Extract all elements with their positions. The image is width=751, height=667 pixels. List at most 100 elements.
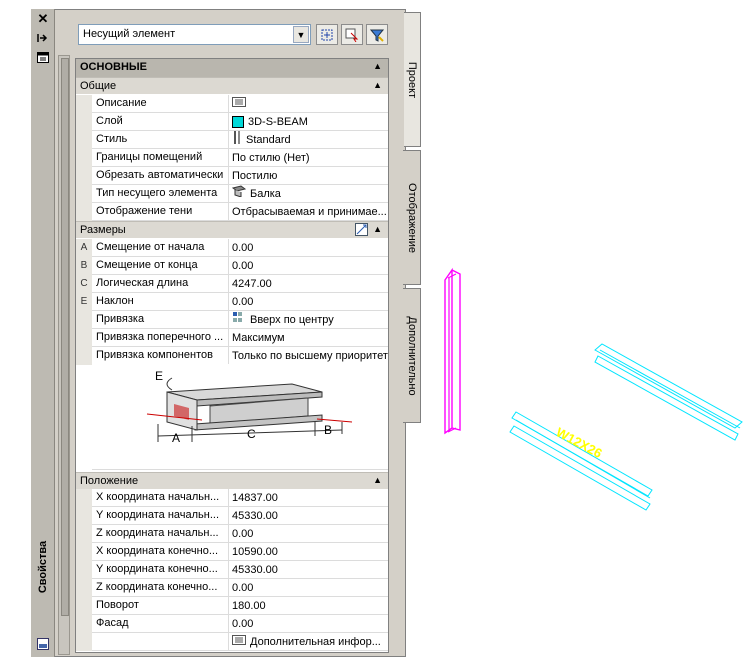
property-row[interactable]: B Смещение от конца 0.00 bbox=[76, 257, 388, 275]
property-row[interactable]: X координата конечно... 10590.00 bbox=[76, 543, 388, 561]
property-value[interactable]: Отбрасываемая и принимае... bbox=[230, 203, 388, 221]
property-value[interactable]: 0.00 bbox=[230, 239, 388, 257]
property-row[interactable]: Тип несущего элемента Балка bbox=[76, 185, 388, 203]
object-type-select[interactable]: Несущий элемент ▼ bbox=[78, 24, 311, 45]
property-value[interactable]: 180.00 bbox=[230, 597, 388, 615]
toggle-pickadd-button[interactable] bbox=[316, 24, 338, 45]
property-value[interactable]: Вверх по центру bbox=[230, 311, 388, 329]
collapse-icon[interactable]: ▲ bbox=[373, 61, 382, 71]
property-row[interactable]: Z координата конечно... 0.00 bbox=[76, 579, 388, 597]
close-icon[interactable]: ✕ bbox=[35, 11, 51, 26]
tab-project[interactable]: Проект bbox=[404, 12, 421, 147]
row-key bbox=[76, 113, 92, 131]
property-row[interactable]: Дополнительная инфор... bbox=[76, 633, 388, 651]
property-row[interactable]: C Логическая длина 4247.00 bbox=[76, 275, 388, 293]
property-row[interactable]: Y координата конечно... 45330.00 bbox=[76, 561, 388, 579]
property-value-text: По стилю (Нет) bbox=[232, 151, 310, 164]
scrollbar-thumb[interactable] bbox=[61, 58, 69, 616]
property-row[interactable]: Фасад 0.00 bbox=[76, 615, 388, 633]
category-dimensions-header[interactable]: Размеры ▲ bbox=[76, 221, 388, 238]
property-value[interactable]: Максимум bbox=[230, 329, 388, 347]
cyan-beam-lower[interactable] bbox=[509, 411, 653, 511]
property-row[interactable]: Стиль Standard bbox=[76, 131, 388, 149]
description-icon[interactable] bbox=[232, 96, 246, 113]
property-row[interactable]: X координата начальн... 14837.00 bbox=[76, 489, 388, 507]
palette-title: Свойства bbox=[37, 540, 49, 594]
property-value[interactable] bbox=[230, 95, 388, 113]
property-value[interactable]: 0.00 bbox=[230, 293, 388, 311]
property-value[interactable]: Постилю bbox=[230, 167, 388, 185]
property-value-text: 0.00 bbox=[232, 527, 254, 540]
property-value[interactable]: 4247.00 bbox=[230, 275, 388, 293]
property-value[interactable]: Дополнительная инфор... bbox=[230, 633, 388, 651]
property-value[interactable]: Standard bbox=[230, 131, 388, 149]
beam-diagram: E A C B bbox=[92, 364, 388, 470]
property-value[interactable]: 3D-S-BEAM bbox=[230, 113, 388, 131]
property-row[interactable]: Слой 3D-S-BEAM bbox=[76, 113, 388, 131]
drawing-canvas[interactable]: W12X26 bbox=[430, 250, 751, 520]
property-row[interactable]: Обрезать автоматически Постилю bbox=[76, 167, 388, 185]
property-value[interactable]: 0.00 bbox=[230, 257, 388, 275]
section-main-header[interactable]: ОСНОВНЫЕ ▲ bbox=[76, 59, 388, 77]
layer-color-swatch bbox=[232, 116, 244, 128]
property-value[interactable]: 10590.00 bbox=[230, 543, 388, 561]
category-location-title: Положение bbox=[80, 475, 139, 487]
property-value-text: 0.00 bbox=[232, 259, 254, 272]
property-row[interactable]: Описание bbox=[76, 95, 388, 113]
autohide-icon[interactable] bbox=[35, 31, 51, 45]
property-row[interactable]: E Наклон 0.00 bbox=[76, 293, 388, 311]
magenta-beam[interactable] bbox=[444, 267, 461, 435]
property-value[interactable]: 0.00 bbox=[230, 525, 388, 543]
property-value[interactable]: 45330.00 bbox=[230, 507, 388, 525]
property-value[interactable]: 0.00 bbox=[230, 579, 388, 597]
dimension-edit-icon[interactable] bbox=[355, 223, 368, 239]
category-general-header[interactable]: Общие ▲ bbox=[76, 77, 388, 94]
palette-titlebar[interactable]: ✕ Свойства bbox=[31, 9, 55, 657]
property-value-text: 3D-S-BEAM bbox=[248, 115, 308, 128]
property-row[interactable]: Привязка поперечного ... Максимум bbox=[76, 329, 388, 347]
property-value[interactable]: Только по высшему приоритету bbox=[230, 347, 388, 365]
tab-extended[interactable]: Дополнительно bbox=[403, 288, 421, 423]
select-objects-button[interactable] bbox=[341, 24, 363, 45]
property-name: Z координата начальн... bbox=[95, 525, 229, 543]
category-location-header[interactable]: Положение ▲ bbox=[76, 472, 388, 489]
cyan-beam-upper[interactable] bbox=[594, 343, 743, 441]
property-value-text: Максимум bbox=[232, 331, 285, 344]
property-value[interactable]: 14837.00 bbox=[230, 489, 388, 507]
property-row[interactable]: Z координата начальн... 0.00 bbox=[76, 525, 388, 543]
property-row[interactable]: Отображение тени Отбрасываемая и принимае… bbox=[76, 203, 388, 221]
property-value-text: 180.00 bbox=[232, 599, 266, 612]
section-main-title: ОСНОВНЫЕ bbox=[80, 61, 147, 73]
chevron-down-icon[interactable]: ▼ bbox=[293, 26, 309, 43]
beam-style-label: W12X26 bbox=[554, 424, 605, 461]
collapse-icon[interactable]: ▲ bbox=[373, 80, 382, 90]
row-key bbox=[76, 185, 92, 203]
quick-select-button[interactable] bbox=[366, 24, 388, 45]
category-general-title: Общие bbox=[80, 80, 117, 92]
palette-menu-icon[interactable] bbox=[35, 637, 51, 651]
property-name: Y координата начальн... bbox=[95, 507, 229, 525]
category-dimensions-title: Размеры bbox=[80, 224, 126, 236]
property-value-text: Дополнительная инфор... bbox=[250, 635, 381, 648]
collapse-icon[interactable]: ▲ bbox=[373, 224, 382, 234]
row-key bbox=[76, 131, 92, 149]
row-key bbox=[76, 329, 92, 347]
palette-properties-icon[interactable] bbox=[35, 50, 51, 64]
property-row[interactable]: Y координата начальн... 45330.00 bbox=[76, 507, 388, 525]
collapse-icon[interactable]: ▲ bbox=[373, 475, 382, 485]
property-row[interactable]: Поворот 180.00 bbox=[76, 597, 388, 615]
additional-info-icon[interactable] bbox=[232, 634, 246, 651]
row-key: B bbox=[76, 257, 92, 275]
property-row[interactable]: Привязка Вверх по центру bbox=[76, 311, 388, 329]
row-key bbox=[76, 561, 92, 579]
property-value[interactable]: 45330.00 bbox=[230, 561, 388, 579]
property-value[interactable]: Балка bbox=[230, 185, 388, 203]
palette-scrollbar[interactable] bbox=[58, 55, 70, 655]
property-value[interactable]: 0.00 bbox=[230, 615, 388, 633]
property-row[interactable]: Границы помещений По стилю (Нет) bbox=[76, 149, 388, 167]
tab-display[interactable]: Отображение bbox=[403, 150, 421, 285]
property-value[interactable]: По стилю (Нет) bbox=[230, 149, 388, 167]
property-row[interactable]: Привязка компонентов Только по высшему пр… bbox=[76, 347, 388, 365]
style-icon bbox=[232, 131, 242, 149]
property-row[interactable]: A Смещение от начала 0.00 bbox=[76, 239, 388, 257]
